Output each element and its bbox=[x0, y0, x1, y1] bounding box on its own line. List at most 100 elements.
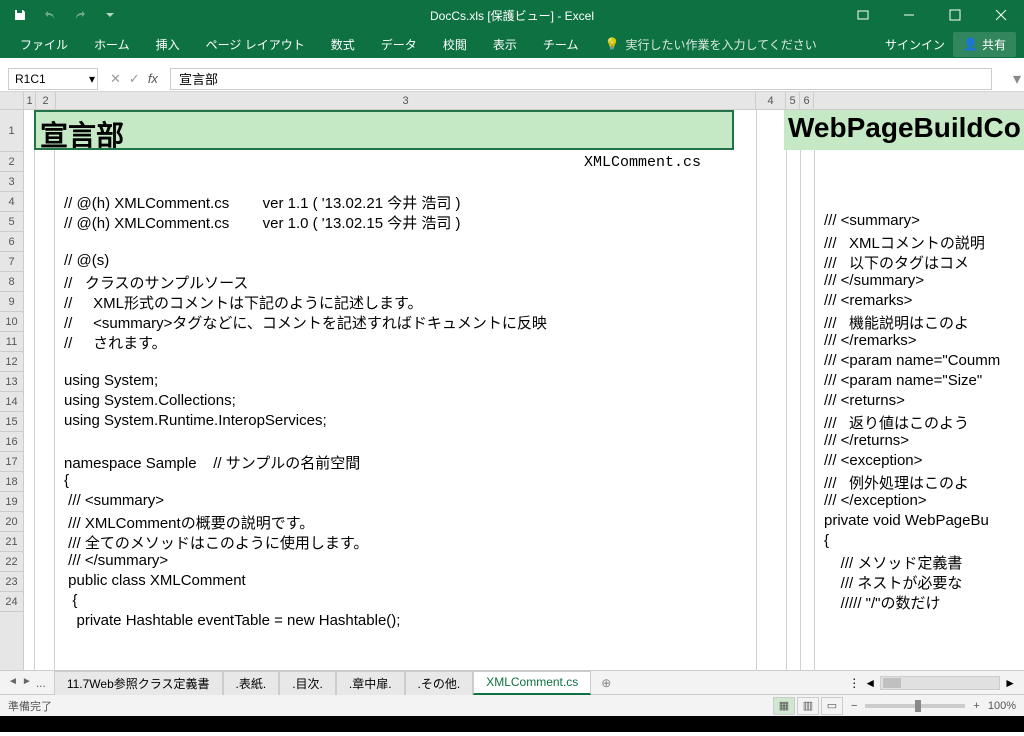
code-cell[interactable]: /// </remarks> bbox=[824, 332, 917, 349]
code-cell[interactable]: { bbox=[64, 472, 69, 489]
row-header[interactable]: 17 bbox=[0, 452, 23, 472]
row-header[interactable]: 2 bbox=[0, 152, 23, 172]
save-button[interactable] bbox=[8, 3, 32, 27]
code-cell[interactable]: /// </returns> bbox=[824, 432, 909, 449]
row-header[interactable]: 5 bbox=[0, 212, 23, 232]
code-cell[interactable]: // @(h) XMLComment.cs ver 1.0 ( '13.02.1… bbox=[64, 212, 461, 233]
code-cell[interactable]: { bbox=[824, 532, 829, 549]
row-header[interactable]: 18 bbox=[0, 472, 23, 492]
code-cell[interactable]: /// XMLコメントの説明 bbox=[824, 232, 985, 253]
tab-ellipsis[interactable]: ... bbox=[36, 676, 46, 690]
code-cell[interactable]: { bbox=[64, 592, 77, 609]
name-box[interactable]: R1C1 ▾ bbox=[8, 68, 98, 90]
row-header[interactable]: 6 bbox=[0, 232, 23, 252]
row-header[interactable]: 24 bbox=[0, 592, 23, 612]
formula-input[interactable]: 宣言部 bbox=[170, 68, 992, 90]
sheet-tab[interactable]: 11.7Web参照クラス定義書 bbox=[54, 671, 223, 695]
code-cell[interactable]: /// <returns> bbox=[824, 392, 905, 409]
tell-me[interactable]: 💡 実行したい作業を入力してください bbox=[592, 36, 828, 53]
code-cell[interactable]: using System; bbox=[64, 372, 158, 389]
code-cell[interactable]: public class XMLComment bbox=[64, 572, 246, 589]
zoom-slider[interactable] bbox=[865, 704, 965, 708]
code-cell[interactable]: // <summary>タグなどに、コメントを記述すればドキュメントに反映 bbox=[64, 312, 547, 333]
code-cell[interactable]: /// 全てのメソッドはこのように使用します。 bbox=[64, 532, 368, 553]
row-header[interactable]: 3 bbox=[0, 172, 23, 192]
code-cell[interactable]: /// <exception> bbox=[824, 452, 922, 469]
row-header[interactable]: 20 bbox=[0, 512, 23, 532]
qat-customize-button[interactable] bbox=[98, 3, 122, 27]
row-header[interactable]: 22 bbox=[0, 552, 23, 572]
code-cell[interactable]: /// 以下のタグはコメ bbox=[824, 252, 969, 273]
code-cell[interactable]: // @(h) XMLComment.cs ver 1.1 ( '13.02.2… bbox=[64, 192, 461, 213]
horizontal-scrollbar[interactable] bbox=[880, 676, 1000, 690]
code-cell[interactable]: // XML形式のコメントは下記のように記述します。 bbox=[64, 292, 423, 313]
chevron-down-icon[interactable]: ▾ bbox=[89, 72, 95, 86]
minimize-button[interactable] bbox=[886, 0, 932, 30]
tab-insert[interactable]: 挿入 bbox=[144, 31, 192, 58]
formula-expand-button[interactable]: ▾ bbox=[1010, 69, 1024, 89]
code-cell[interactable]: /// ネストが必要な bbox=[824, 572, 962, 593]
code-cell[interactable]: /// <param name="Size" bbox=[824, 372, 982, 389]
col-header[interactable]: 2 bbox=[36, 92, 56, 109]
code-cell[interactable]: // @(s) bbox=[64, 252, 109, 269]
row-header[interactable]: 9 bbox=[0, 292, 23, 312]
code-cell[interactable]: // されます。 bbox=[64, 332, 167, 353]
page-layout-view-button[interactable]: ▥ bbox=[797, 697, 819, 715]
maximize-button[interactable] bbox=[932, 0, 978, 30]
row-header[interactable]: 15 bbox=[0, 412, 23, 432]
row-header[interactable]: 10 bbox=[0, 312, 23, 332]
page-break-view-button[interactable]: ▭ bbox=[821, 697, 843, 715]
col-header[interactable]: 5 bbox=[786, 92, 800, 109]
fx-button[interactable]: fx bbox=[148, 71, 158, 86]
col-header[interactable]: 6 bbox=[800, 92, 814, 109]
code-cell[interactable]: /// 機能説明はこのよ bbox=[824, 312, 969, 333]
tab-file[interactable]: ファイル bbox=[8, 31, 80, 58]
tab-team[interactable]: チーム bbox=[531, 31, 591, 58]
code-cell[interactable]: private void WebPageBu bbox=[824, 512, 989, 529]
code-cell[interactable]: /// </summary> bbox=[824, 272, 924, 289]
row-header[interactable]: 19 bbox=[0, 492, 23, 512]
sheet-tab[interactable]: XMLComment.cs bbox=[473, 671, 591, 695]
tab-page-layout[interactable]: ページ レイアウト bbox=[194, 31, 317, 58]
select-all-corner[interactable] bbox=[0, 92, 24, 109]
zoom-out-button[interactable]: − bbox=[851, 700, 857, 712]
sheet-tab[interactable]: .目次. bbox=[279, 671, 336, 695]
cells-grid[interactable]: 宣言部 WebPageBuildCo XMLComment.cs // @(h)… bbox=[24, 110, 1024, 670]
normal-view-button[interactable]: ▦ bbox=[773, 697, 795, 715]
close-button[interactable] bbox=[978, 0, 1024, 30]
code-cell[interactable]: /// <remarks> bbox=[824, 292, 912, 309]
row-header[interactable]: 8 bbox=[0, 272, 23, 292]
code-cell[interactable]: /// メソッド定義書 bbox=[824, 552, 962, 573]
col-header[interactable]: 1 bbox=[24, 92, 36, 109]
sign-in-link[interactable]: サインイン bbox=[885, 36, 945, 53]
code-cell[interactable]: /// XMLCommentの概要の説明です。 bbox=[64, 512, 314, 533]
tab-review[interactable]: 校閲 bbox=[431, 31, 479, 58]
code-cell[interactable]: namespace Sample // サンプルの名前空間 bbox=[64, 452, 360, 473]
cancel-formula-button[interactable]: ✕ bbox=[110, 71, 121, 87]
title-cell-1[interactable]: 宣言部 bbox=[34, 110, 734, 150]
code-cell[interactable]: /// </summary> bbox=[64, 552, 168, 569]
code-cell[interactable]: ///// "/"の数だけ bbox=[824, 592, 941, 613]
row-header[interactable]: 1 bbox=[0, 110, 23, 152]
code-cell[interactable]: // クラスのサンプルソース bbox=[64, 272, 248, 293]
code-cell[interactable]: /// 例外処理はこのよ bbox=[824, 472, 969, 493]
sheet-tab[interactable]: .表紙. bbox=[223, 671, 280, 695]
zoom-in-button[interactable]: + bbox=[973, 700, 979, 712]
sheet-tab[interactable]: .章中扉. bbox=[336, 671, 405, 695]
tab-home[interactable]: ホーム bbox=[82, 31, 142, 58]
row-header[interactable]: 16 bbox=[0, 432, 23, 452]
add-sheet-button[interactable]: ⊕ bbox=[591, 676, 621, 690]
tab-view[interactable]: 表示 bbox=[481, 31, 529, 58]
code-cell[interactable]: using System.Collections; bbox=[64, 392, 236, 409]
row-header[interactable]: 13 bbox=[0, 372, 23, 392]
code-cell[interactable]: /// <summary> bbox=[64, 492, 164, 509]
undo-button[interactable] bbox=[38, 3, 62, 27]
col-header[interactable]: 3 bbox=[56, 92, 756, 109]
share-button[interactable]: 👤 共有 bbox=[953, 32, 1016, 57]
enter-formula-button[interactable]: ✓ bbox=[129, 71, 140, 87]
code-cell[interactable]: private Hashtable eventTable = new Hasht… bbox=[64, 612, 400, 629]
row-header[interactable]: 14 bbox=[0, 392, 23, 412]
hscroll-left[interactable]: ◄ bbox=[864, 676, 876, 690]
row-header[interactable]: 11 bbox=[0, 332, 23, 352]
zoom-level[interactable]: 100% bbox=[988, 700, 1016, 712]
